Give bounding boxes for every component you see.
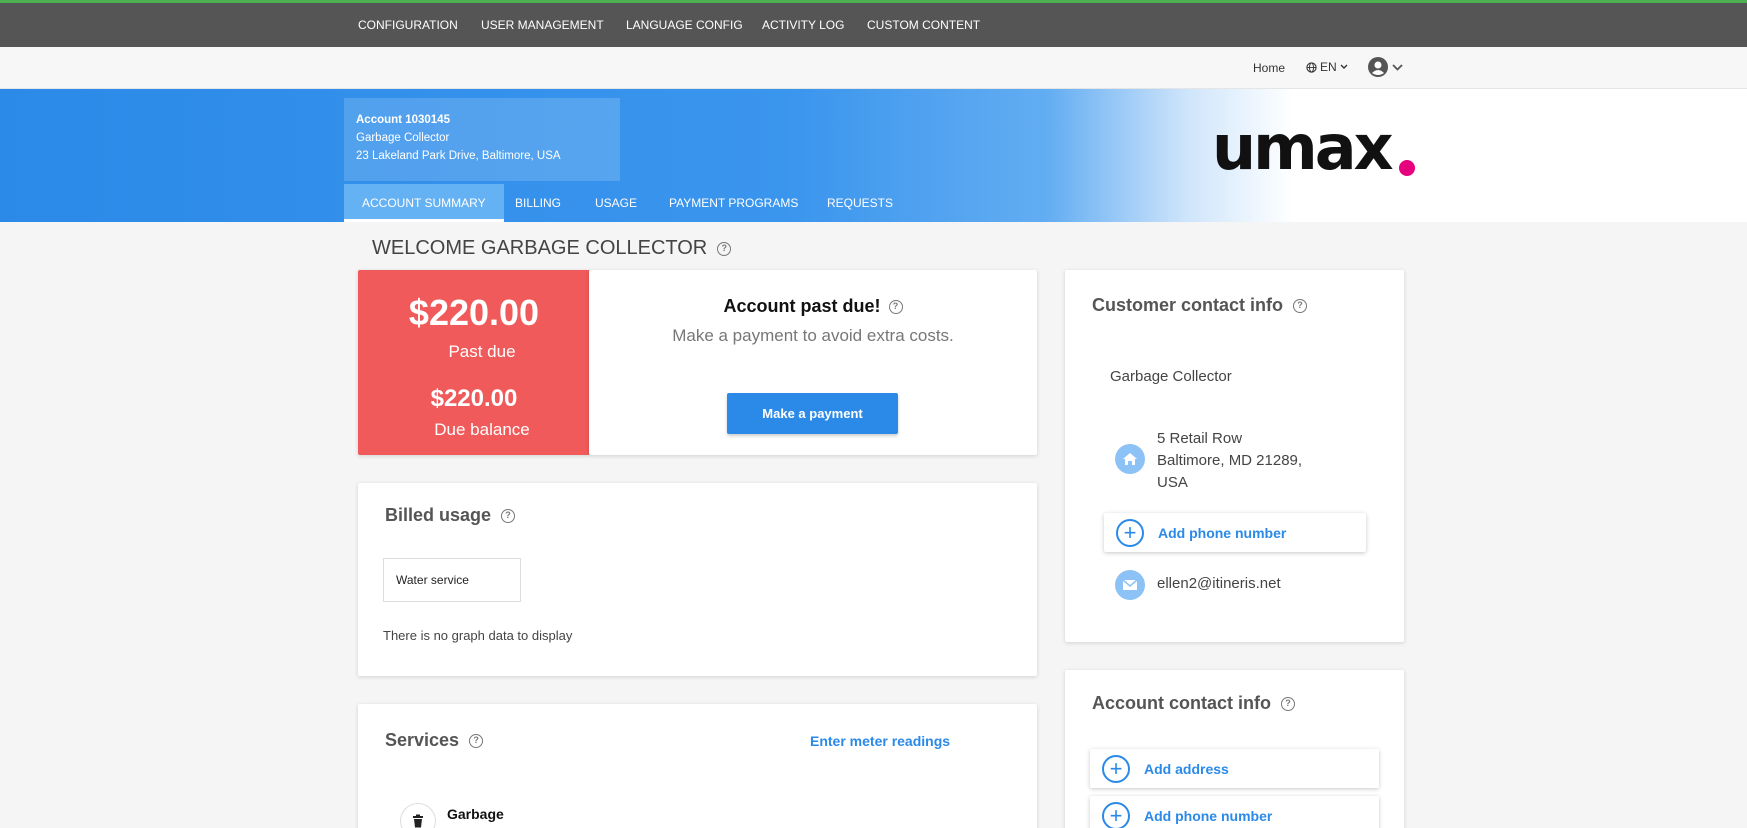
service-selector[interactable]: Water service <box>383 558 521 602</box>
nav-activity-log[interactable]: ACTIVITY LOG <box>762 3 844 47</box>
enter-meter-readings-link[interactable]: Enter meter readings <box>810 733 950 749</box>
user-menu[interactable] <box>1368 57 1403 77</box>
tab-requests[interactable]: REQUESTS <box>827 184 893 222</box>
nav-language-config[interactable]: LANGUAGE CONFIG <box>626 3 743 47</box>
email-icon <box>1115 570 1145 600</box>
svg-text:umax: umax <box>1212 119 1394 183</box>
alert-message: Make a payment to avoid extra costs. <box>672 326 954 345</box>
help-icon[interactable]: ? <box>469 733 484 748</box>
due-balance-amount: $220.00 <box>430 385 518 412</box>
tab-account-summary[interactable]: ACCOUNT SUMMARY <box>344 184 504 222</box>
utility-bar: Home EN <box>0 47 1747 89</box>
add-address-button[interactable]: + Add address <box>1090 749 1379 788</box>
past-due-amount: $220.00 <box>408 292 540 333</box>
customer-contact-title-row: Customer contact info ? <box>1092 295 1308 316</box>
tab-usage[interactable]: USAGE <box>595 184 637 222</box>
plus-icon: + <box>1116 518 1144 547</box>
add-address-label: Add address <box>1144 760 1229 777</box>
language-label: EN <box>1320 60 1337 74</box>
past-due-alert-card: Account past due! ? Make a payment to av… <box>589 270 1037 455</box>
tab-payment-programs[interactable]: PAYMENT PROGRAMS <box>669 184 798 222</box>
help-icon[interactable]: ? <box>501 508 516 523</box>
brand-logo: umax <box>1212 111 1418 184</box>
account-info-box: Account 1030145 Garbage Collector 23 Lak… <box>344 98 620 181</box>
account-name: Garbage Collector <box>356 132 450 144</box>
no-graph-message: There is no graph data to display <box>383 628 573 643</box>
admin-top-nav: CONFIGURATION USER MANAGEMENT LANGUAGE C… <box>0 3 1747 47</box>
services-title: Services <box>385 730 460 750</box>
due-balance-label: Due balance <box>434 420 530 439</box>
customer-contact-card: Customer contact info ? Garbage Collecto… <box>1065 270 1404 642</box>
address-line-1: 5 Retail Row <box>1157 430 1243 447</box>
add-phone-number-button[interactable]: + Add phone number <box>1104 513 1366 552</box>
address-line-3: USA <box>1157 474 1188 491</box>
add-account-phone-label: Add phone number <box>1144 807 1273 824</box>
alert-title-row: Account past due! ? <box>589 296 1037 317</box>
customer-email[interactable]: ellen2@itineris.net <box>1157 575 1281 592</box>
nav-configuration[interactable]: CONFIGURATION <box>358 3 458 47</box>
plus-icon: + <box>1102 801 1130 828</box>
billed-usage-title: Billed usage <box>385 505 492 525</box>
customer-contact-title: Customer contact info <box>1092 295 1284 315</box>
add-account-phone-button[interactable]: + Add phone number <box>1090 796 1379 828</box>
account-number: Account 1030145 <box>356 114 450 126</box>
past-due-label: Past due <box>448 342 516 361</box>
balance-card: $220.00 Past due $220.00 Due balance <box>358 270 590 455</box>
home-link[interactable]: Home <box>1253 61 1285 75</box>
nav-custom-content[interactable]: CUSTOM CONTENT <box>867 3 980 47</box>
alert-title: Account past due! <box>723 296 881 316</box>
address-line-2: Baltimore, MD 21289, <box>1157 452 1303 469</box>
chevron-down-icon <box>1392 63 1403 71</box>
globe-icon <box>1306 61 1317 73</box>
help-icon[interactable]: ? <box>1293 298 1308 313</box>
account-banner: Account 1030145 Garbage Collector 23 Lak… <box>0 89 1747 222</box>
nav-user-management[interactable]: USER MANAGEMENT <box>481 3 604 47</box>
make-payment-button[interactable]: Make a payment <box>727 393 898 434</box>
services-card: Services ? Enter meter readings Garbage <box>358 704 1037 828</box>
account-contact-title-row: Account contact info ? <box>1092 693 1295 714</box>
tab-billing[interactable]: BILLING <box>515 184 561 222</box>
trash-icon <box>400 803 436 828</box>
account-contact-title: Account contact info <box>1092 693 1271 713</box>
billed-usage-card: Billed usage ? Water service There is no… <box>358 483 1037 676</box>
customer-name: Garbage Collector <box>1110 368 1232 385</box>
language-selector[interactable]: EN <box>1306 60 1348 74</box>
service-name[interactable]: Garbage <box>447 806 504 822</box>
plus-icon: + <box>1102 754 1130 783</box>
home-icon <box>1115 444 1145 474</box>
help-icon[interactable]: ? <box>888 299 903 314</box>
page-title: WELCOME GARBAGE COLLECTOR ? <box>372 237 732 260</box>
services-title-row: Services ? <box>385 730 484 751</box>
help-icon[interactable]: ? <box>1281 696 1295 711</box>
add-phone-number-label: Add phone number <box>1158 524 1287 541</box>
welcome-text: WELCOME GARBAGE COLLECTOR <box>372 237 708 259</box>
help-icon[interactable]: ? <box>717 241 732 256</box>
customer-address: 5 Retail Row Baltimore, MD 21289, USA <box>1157 428 1302 494</box>
user-avatar-icon <box>1368 57 1388 77</box>
account-contact-card: Account contact info ? + Add address + A… <box>1065 670 1404 828</box>
account-address: 23 Lakeland Park Drive, Baltimore, USA <box>356 150 561 162</box>
chevron-down-icon <box>1340 64 1348 69</box>
billed-usage-title-row: Billed usage ? <box>385 505 516 526</box>
